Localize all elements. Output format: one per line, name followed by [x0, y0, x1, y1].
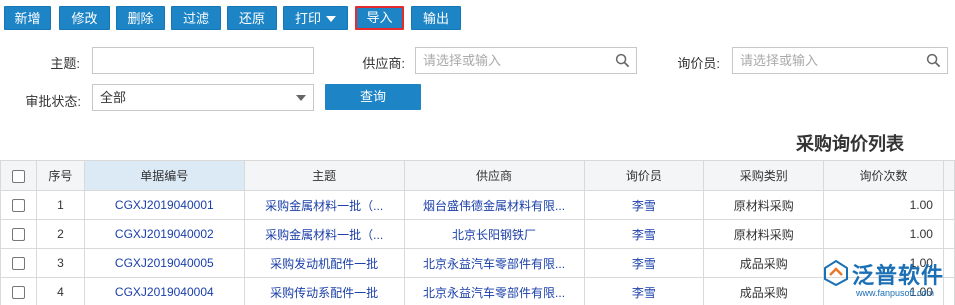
row-count: 1.00 — [823, 190, 944, 220]
row-inquirer-link[interactable]: 李雪 — [583, 219, 705, 249]
row-checkbox[interactable] — [11, 286, 25, 300]
inquirer-placeholder: 请选择或输入 — [740, 53, 819, 68]
print-button[interactable]: 打印 — [283, 6, 348, 30]
col-header-supplier[interactable]: 供应商 — [403, 160, 585, 191]
supplier-label: 供应商: — [362, 56, 405, 71]
subject-input[interactable] — [92, 47, 314, 74]
row-no: 2 — [35, 219, 85, 249]
row-checkbox-cell[interactable] — [0, 190, 37, 220]
edit-button[interactable]: 修改 — [59, 6, 110, 30]
row-supplier-link[interactable]: 烟台盛伟德金属材料有限... — [403, 190, 585, 220]
row-extra — [942, 190, 955, 220]
row-inquirer-link[interactable]: 李雪 — [583, 190, 705, 220]
row-no: 4 — [35, 277, 85, 305]
col-header-subject[interactable]: 主题 — [243, 160, 405, 191]
supplier-input[interactable]: 请选择或输入 — [415, 47, 637, 74]
row-subject-link[interactable]: 采购传动系配件一批 — [243, 277, 405, 305]
col-header-count[interactable]: 询价次数 — [823, 160, 944, 191]
brand-mark-icon — [824, 259, 848, 287]
row-code-link[interactable]: CGXJ2019040001 — [83, 190, 245, 220]
select-all-cell[interactable] — [0, 160, 37, 191]
supplier-placeholder: 请选择或输入 — [423, 53, 502, 68]
row-category: 成品采购 — [703, 248, 825, 278]
row-category: 成品采购 — [703, 277, 825, 305]
row-no: 1 — [35, 190, 85, 220]
page-title: 采购询价列表 — [796, 134, 904, 154]
row-inquirer-link[interactable]: 李雪 — [583, 248, 705, 278]
query-button[interactable]: 查询 — [325, 84, 421, 110]
search-icon[interactable] — [615, 53, 630, 68]
row-count: 1.00 — [823, 219, 944, 249]
row-category: 原材料采购 — [703, 190, 825, 220]
col-header-inquirer[interactable]: 询价员 — [583, 160, 705, 191]
row-code-link[interactable]: CGXJ2019040004 — [83, 277, 245, 305]
status-label: 审批状态: — [25, 94, 81, 109]
brand-name: 泛普软件 — [852, 263, 945, 288]
row-checkbox[interactable] — [11, 257, 25, 271]
table-row[interactable]: 2 CGXJ2019040002 采购金属材料一批（... 北京长阳钢铁厂 李雪… — [0, 219, 955, 249]
status-value: 全部 — [100, 90, 127, 105]
col-header-no[interactable]: 序号 — [35, 160, 85, 191]
row-checkbox[interactable] — [11, 199, 25, 213]
row-no: 3 — [35, 248, 85, 278]
row-supplier-link[interactable]: 北京永益汽车零部件有限... — [403, 277, 585, 305]
row-supplier-link[interactable]: 北京永益汽车零部件有限... — [403, 248, 585, 278]
row-category: 原材料采购 — [703, 219, 825, 249]
add-button[interactable]: 新增 — [4, 6, 51, 30]
row-checkbox-cell[interactable] — [0, 219, 37, 249]
row-extra — [942, 219, 955, 249]
brand-logo: 泛普软件 www.fanpusoft.com — [822, 254, 955, 305]
col-header-extra — [942, 160, 955, 191]
search-icon[interactable] — [926, 53, 941, 68]
subject-label: 主题: — [50, 56, 80, 71]
col-header-code[interactable]: 单据编号 — [83, 160, 245, 191]
row-code-link[interactable]: CGXJ2019040005 — [83, 248, 245, 278]
select-all-checkbox[interactable] — [11, 169, 25, 183]
chevron-down-icon — [326, 15, 336, 22]
col-header-category[interactable]: 采购类别 — [703, 160, 825, 191]
filter-button[interactable]: 过滤 — [171, 6, 221, 30]
row-subject-link[interactable]: 采购发动机配件一批 — [243, 248, 405, 278]
export-button[interactable]: 输出 — [411, 6, 461, 30]
row-checkbox-cell[interactable] — [0, 248, 37, 278]
table-row[interactable]: 4 CGXJ2019040004 采购传动系配件一批 北京永益汽车零部件有限..… — [0, 277, 955, 305]
row-checkbox[interactable] — [11, 228, 25, 242]
chevron-down-icon — [296, 95, 306, 101]
restore-button[interactable]: 还原 — [227, 6, 277, 30]
inquirer-label: 询价员: — [677, 56, 720, 71]
row-supplier-link[interactable]: 北京长阳钢铁厂 — [403, 219, 585, 249]
inquirer-input[interactable]: 请选择或输入 — [732, 47, 948, 74]
row-inquirer-link[interactable]: 李雪 — [583, 277, 705, 305]
data-table: 序号 单据编号 主题 供应商 询价员 采购类别 询价次数 1 CGXJ20190… — [0, 160, 955, 305]
table-header-row: 序号 单据编号 主题 供应商 询价员 采购类别 询价次数 — [0, 160, 955, 191]
status-select[interactable]: 全部 — [92, 84, 314, 111]
row-subject-link[interactable]: 采购金属材料一批（... — [243, 219, 405, 249]
row-code-link[interactable]: CGXJ2019040002 — [83, 219, 245, 249]
delete-button[interactable]: 删除 — [116, 6, 165, 30]
print-label: 打印 — [294, 11, 321, 26]
table-row[interactable]: 1 CGXJ2019040001 采购金属材料一批（... 烟台盛伟德金属材料有… — [0, 190, 955, 220]
import-button[interactable]: 导入 — [355, 6, 404, 30]
row-subject-link[interactable]: 采购金属材料一批（... — [243, 190, 405, 220]
table-row[interactable]: 3 CGXJ2019040005 采购发动机配件一批 北京永益汽车零部件有限..… — [0, 248, 955, 278]
brand-url: www.fanpusoft.com — [856, 288, 935, 298]
toolbar: 新增 修改 删除 过滤 还原 打印 导入 输出 — [0, 0, 955, 36]
row-checkbox-cell[interactable] — [0, 277, 37, 305]
